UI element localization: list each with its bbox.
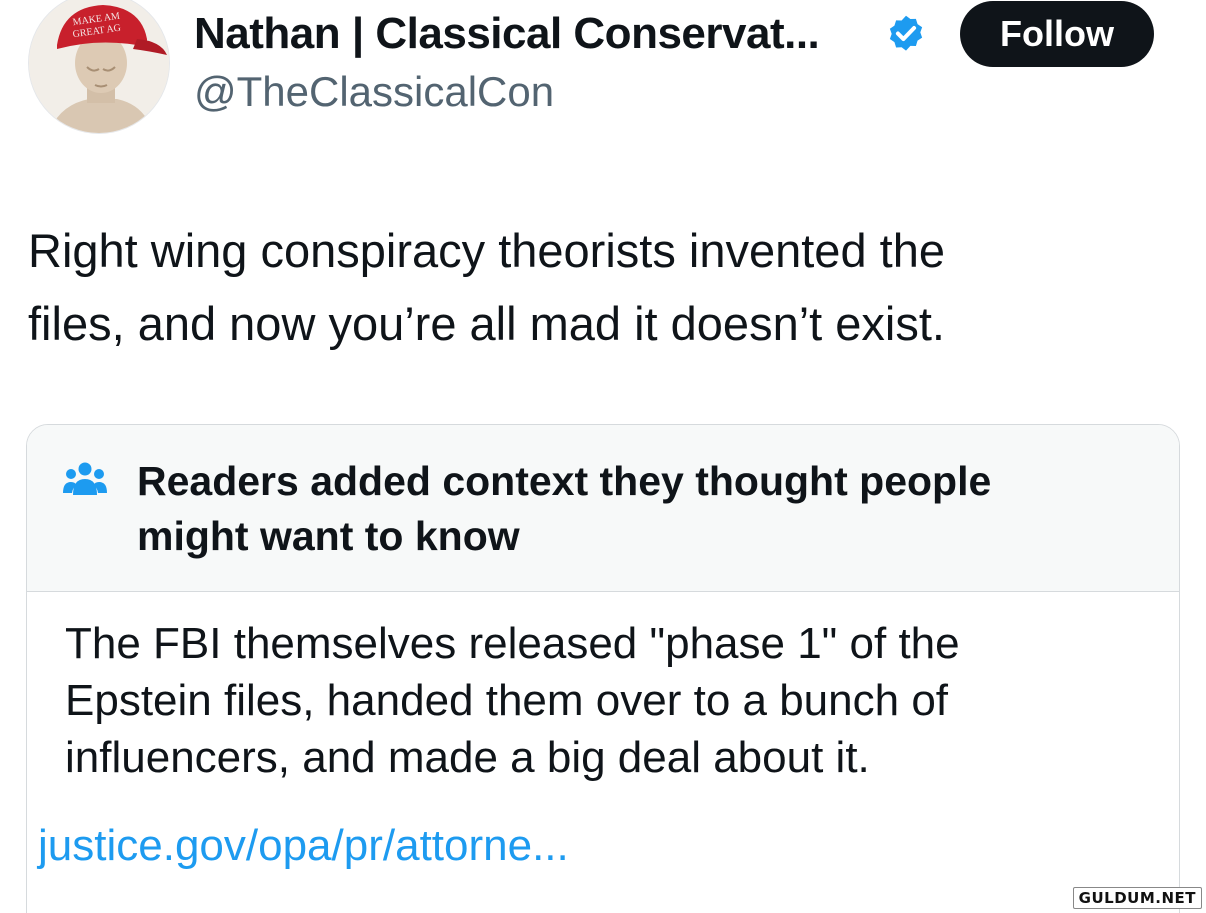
avatar-image: MAKE AM GREAT AG bbox=[29, 0, 169, 133]
follow-button[interactable]: Follow bbox=[960, 1, 1154, 67]
avatar[interactable]: MAKE AM GREAT AG bbox=[28, 0, 170, 134]
community-note-title-line: might want to know bbox=[137, 513, 520, 559]
display-name[interactable]: Nathan | Classical Conservat... bbox=[194, 8, 820, 60]
tweet-text-line: files, and now you’re all mad it doesn’t… bbox=[28, 297, 945, 350]
community-note-header: Readers added context they thought peopl… bbox=[27, 425, 1179, 592]
community-note-link[interactable]: justice.gov/opa/pr/attorne... bbox=[38, 817, 569, 874]
community-note-title: Readers added context they thought peopl… bbox=[137, 454, 1137, 564]
community-note-body-line: influencers, and made a big deal about i… bbox=[65, 733, 870, 782]
tweet-screenshot: MAKE AM GREAT AG Nathan | Classical Cons… bbox=[0, 0, 1206, 913]
community-note-body: The FBI themselves released "phase 1" of… bbox=[65, 615, 1155, 786]
people-icon bbox=[63, 461, 107, 497]
verified-badge-icon bbox=[884, 13, 928, 57]
community-note-body-line: Epstein files, handed them over to a bun… bbox=[65, 676, 949, 725]
community-note-title-line: Readers added context they thought peopl… bbox=[137, 458, 992, 504]
tweet-text-line: Right wing conspiracy theorists invented… bbox=[28, 224, 945, 277]
handle[interactable]: @TheClassicalCon bbox=[194, 66, 554, 118]
community-note-body-line: The FBI themselves released "phase 1" of… bbox=[65, 619, 960, 668]
watermark: GULDUM.NET bbox=[1072, 887, 1202, 909]
tweet-text: Right wing conspiracy theorists invented… bbox=[28, 214, 1178, 360]
